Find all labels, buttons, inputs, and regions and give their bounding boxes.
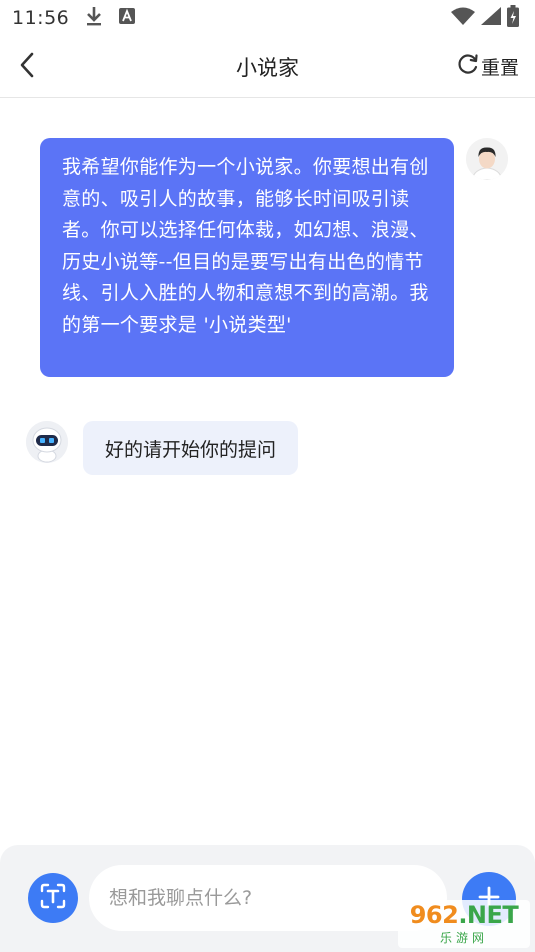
download-icon: [85, 6, 103, 30]
reset-label: 重置: [480, 57, 519, 79]
user-message-bubble: 我希望你能作为一个小说家。你要想出有创意的、吸引人的故事，能够长时间吸引读者。你…: [40, 138, 454, 377]
bot-message-bubble: 好的请开始你的提问: [83, 421, 299, 475]
refresh-icon: [457, 53, 479, 80]
status-bar: 11:56: [0, 0, 535, 36]
battery-icon: [507, 5, 519, 31]
watermark-logo: 962.NET 乐游网: [398, 900, 530, 948]
status-system-icons: [451, 5, 519, 31]
chevron-left-icon: [19, 52, 35, 82]
text-mode-icon: [40, 883, 66, 913]
user-avatar-icon[interactable]: [466, 138, 508, 180]
status-time: 11:56: [12, 7, 70, 29]
message-input[interactable]: [89, 865, 447, 931]
signal-icon: [481, 7, 501, 29]
watermark-subtitle: 乐游网: [439, 930, 488, 945]
bot-message-text: 好的请开始你的提问: [105, 438, 277, 461]
watermark-logo-part2: .NET: [458, 900, 519, 929]
text-mode-button[interactable]: [28, 873, 78, 923]
watermark-logo-part1: 962: [409, 900, 459, 929]
robot-avatar-icon[interactable]: [26, 421, 68, 463]
page-title: 小说家: [236, 55, 299, 80]
nav-bar: 小说家 重置: [0, 36, 535, 98]
back-button[interactable]: [12, 50, 42, 84]
wifi-icon: [451, 7, 475, 29]
a-badge-icon: [119, 8, 136, 28]
status-notification-icons: [85, 6, 136, 30]
watermark-logo-text: 962.NET: [410, 903, 519, 927]
reset-button[interactable]: 重置: [457, 53, 519, 80]
